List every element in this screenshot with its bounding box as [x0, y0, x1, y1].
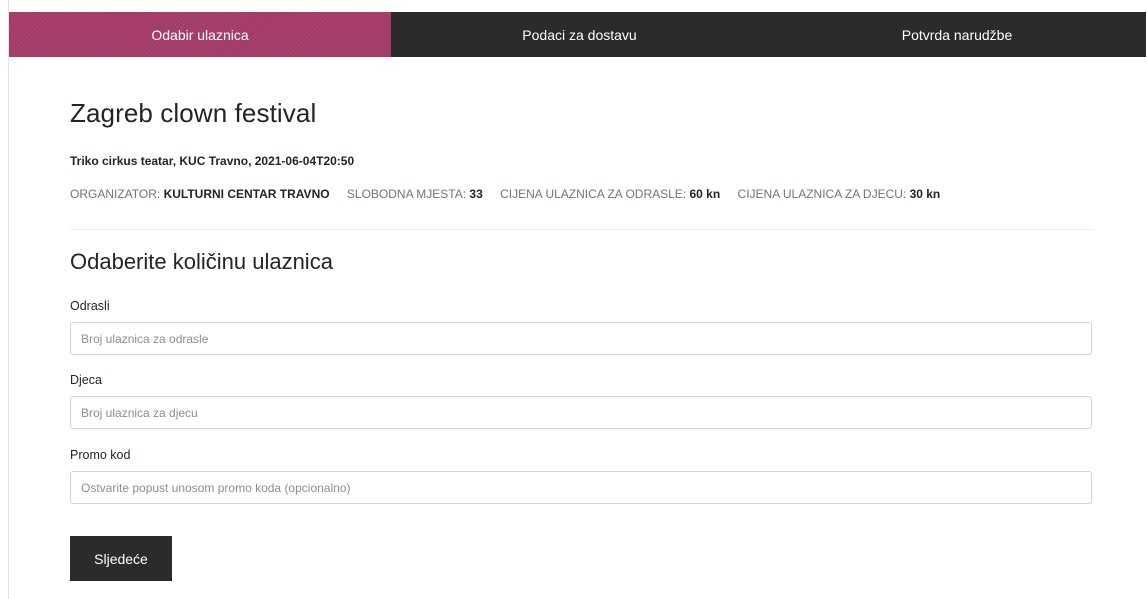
adult-price-value: 60 kn [689, 187, 721, 201]
event-title: Zagreb clown festival [70, 98, 317, 128]
step-label: Podaci za dostavu [522, 26, 637, 43]
organizer-value: KULTURNI CENTAR TRAVNO [163, 187, 330, 201]
adult-price-info: CIJENA ULAZNICA ZA ODRASLE: 60 kn [500, 187, 720, 201]
free-seats-label: SLOBODNA MJESTA: [346, 187, 467, 201]
section-divider [70, 229, 1094, 230]
step-label: Potvrda narudžbe [901, 26, 1013, 43]
event-venue-datetime: Triko cirkus teatar, KUC Travno, 2021-06… [70, 154, 355, 168]
step-label: Odabir ulaznica [151, 26, 249, 43]
event-meta: ORGANIZATOR: KULTURNI CENTAR TRAVNO SLOB… [70, 187, 954, 201]
child-price-info: CIJENA ULAZNICA ZA DJECU: 30 kn [738, 187, 941, 201]
adults-label: Odrasli [70, 299, 110, 313]
free-seats-value: 33 [469, 187, 483, 201]
child-price-value: 30 kn [909, 187, 941, 201]
checkout-steps: Odabir ulaznica Podaci za dostavu Potvrd… [9, 12, 1146, 57]
step-delivery-details[interactable]: Podaci za dostavu [391, 12, 768, 57]
organizer-info: ORGANIZATOR: KULTURNI CENTAR TRAVNO [70, 187, 330, 201]
promo-code-label: Promo kod [70, 448, 131, 462]
promo-code-input[interactable] [70, 471, 1092, 504]
child-price-label: CIJENA ULAZNICA ZA DJECU: [737, 187, 907, 201]
adults-ticket-input[interactable] [70, 322, 1092, 355]
organizer-label: ORGANIZATOR: [70, 187, 161, 201]
children-ticket-input[interactable] [70, 396, 1092, 429]
step-ticket-selection[interactable]: Odabir ulaznica [9, 12, 391, 57]
page: Odabir ulaznica Podaci za dostavu Potvrd… [0, 0, 1147, 599]
next-button[interactable]: Sljedeće [70, 536, 172, 581]
free-seats-info: SLOBODNA MJESTA: 33 [347, 187, 483, 201]
ticket-quantity-title: Odaberite količinu ulaznica [70, 249, 333, 274]
children-label: Djeca [70, 373, 102, 387]
adult-price-label: CIJENA ULAZNICA ZA ODRASLE: [500, 187, 687, 201]
page-left-border [8, 0, 9, 599]
step-order-confirmation[interactable]: Potvrda narudžbe [768, 12, 1146, 57]
